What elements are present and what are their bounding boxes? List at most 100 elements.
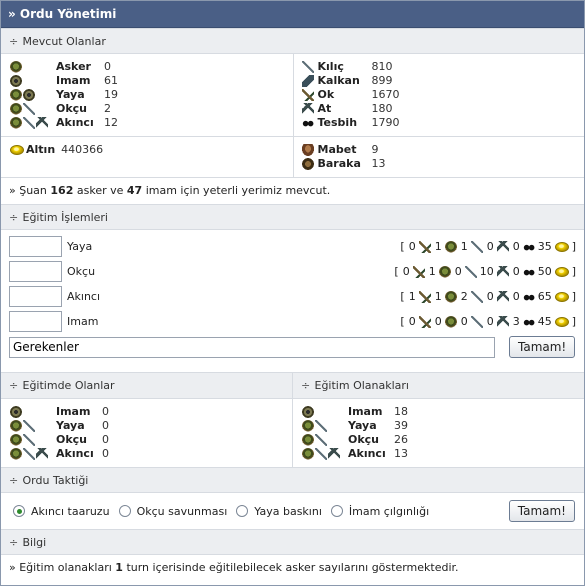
horse-icon [36,117,48,129]
soldier-icon [10,89,22,101]
cost-bracket: ] [571,240,576,253]
section-title: Eğitimde Olanlar [22,379,115,392]
unit-label: Yaya [56,88,85,101]
item-row-kalkan: Kalkan 899 [301,74,585,88]
tactic-option[interactable]: Akıncı taaruzu [13,505,110,518]
horse-icon [496,265,509,278]
soldier-icon [10,61,22,73]
train-submit-button[interactable]: Tamam! [509,336,576,358]
item-value: 810 [371,60,393,73]
sword-icon [470,290,483,303]
soldier-icon [10,448,22,460]
item-label: At [317,102,332,115]
tactic-option[interactable]: Yaya baskını [236,505,322,518]
unit-value: 26 [394,433,408,446]
gold-value: 440366 [61,143,104,156]
unit-label: Imam [348,405,383,418]
unit-value: 0 [102,447,109,460]
requirements-field[interactable] [9,336,495,358]
training-quantity-input[interactable] [9,236,62,257]
building-label: Mabet [317,143,357,156]
tactic-submit-button[interactable]: Tamam! [508,500,575,522]
section-header-egitimde[interactable]: ÷ Eğitimde Olanlar [1,373,292,399]
building-value: 13 [371,157,386,170]
section-header-mevcut[interactable]: ÷ Mevcut Olanlar [1,28,584,54]
sword-icon [470,240,483,253]
arrow-icon [418,240,431,253]
beads-icon [522,290,535,303]
gold-coin-icon [554,241,569,252]
sword-icon [315,434,327,446]
arrow-icon [418,315,431,328]
imam-icon [302,406,314,418]
asker-capacity: 162 [50,184,74,197]
beads-icon [522,265,535,278]
training-quantity-input[interactable] [9,286,62,307]
radio-button[interactable] [330,505,343,517]
imam-icon [10,406,22,418]
radio-button[interactable] [13,505,25,517]
building-label: Baraka [317,157,361,170]
unit-label: Asker [56,60,91,73]
cost-value: 45 [537,315,552,328]
sword-icon [315,420,327,432]
training-cost: [0 1 0 10 0 50] [394,265,576,278]
units-list: Asker 0 Imam 61 Yaya 19 Okçu 2 Akıncı 12 [1,54,294,136]
gold-coin-icon [10,145,24,155]
soldier-icon [10,103,22,115]
section-header-bilgi[interactable]: ÷ Bilgi [1,529,584,555]
army-management-panel: » Ordu Yönetimi ÷ Mevcut Olanlar Asker 0… [0,0,585,586]
section-header-taktik[interactable]: ÷ Ordu Taktiği [1,467,584,493]
sword-icon [470,315,483,328]
training-unit-name: Akıncı [67,290,101,303]
cost-value: 50 [537,265,552,278]
tactic-option[interactable]: Okçu savunması [118,505,227,518]
training-quantity-input[interactable] [9,311,62,332]
unit-label: Yaya [348,419,377,432]
item-label: Kılıç [317,60,344,73]
section-header-olanaklar[interactable]: ÷ Eğitim Olanakları [293,373,584,399]
sword-icon [315,448,327,460]
gold-coin-icon [554,291,569,302]
building-row-mabet: Mabet 9 [301,143,585,157]
unit-row-okcu: Okçu 2 [10,102,293,116]
arrow-icon [412,265,425,278]
cost-value: 0 [486,315,494,328]
radio-button[interactable] [118,505,131,517]
section-header-egitim[interactable]: ÷ Eğitim İşlemleri [1,204,584,230]
section-title: Mevcut Olanlar [22,35,106,48]
soldier-icon [10,117,22,129]
gold-coin-icon [554,266,569,277]
tactic-option[interactable]: İmam çılgınlığı [330,504,430,518]
unit-value: 18 [394,405,408,418]
unit-value: 0 [104,60,111,73]
training-row: Okçu[0 1 0 10 0 50] [9,259,576,284]
cost-value: 0 [486,240,494,253]
sword-icon [23,434,35,446]
tactic-option-label: İmam çılgınlığı [348,504,430,518]
cost-value: 0 [402,265,410,278]
unit-row-yaya: Yaya 19 [10,88,293,102]
cost-value: 0 [434,315,442,328]
training-quantity-input[interactable] [9,261,62,282]
cost-value: 2 [460,290,468,303]
cost-value: 1 [428,265,436,278]
item-label: Ok [317,88,335,101]
sword-icon [23,448,35,460]
horse-icon [496,315,509,328]
unit-row: Yaya 39 [302,419,584,433]
soldier-icon [302,420,314,432]
cost-bracket: ] [571,315,576,328]
item-value: 1670 [371,88,400,101]
radio-button[interactable] [236,505,249,517]
expand-icon: ÷ [9,379,19,392]
cost-bracket: ] [571,290,576,303]
section-title: Bilgi [22,536,47,549]
unit-value: 0 [102,419,109,432]
soldier-icon [302,434,314,446]
item-value: 1790 [371,116,400,129]
cost-value: 0 [408,240,416,253]
horse-icon [328,448,340,460]
expand-icon: ÷ [9,211,19,224]
barracks-icon [301,158,314,170]
